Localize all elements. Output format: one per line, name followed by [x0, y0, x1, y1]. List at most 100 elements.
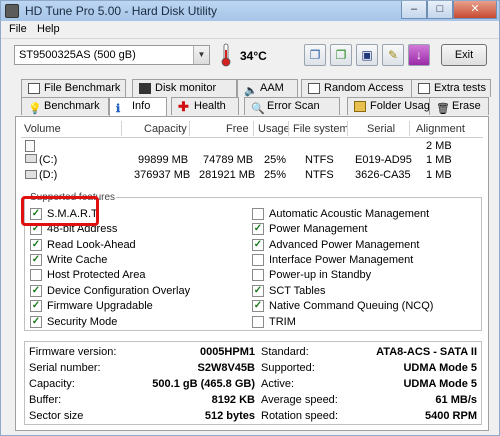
checkbox[interactable]: ✓ — [252, 239, 264, 251]
column-header: Volume — [24, 123, 61, 135]
column-header: Free — [226, 123, 249, 135]
minimize-button[interactable]: – — [401, 1, 427, 19]
info-value: 8192 KB — [211, 394, 255, 406]
feature-automatic-acoustic-management[interactable]: Automatic Acoustic Management — [252, 208, 429, 222]
save-button[interactable]: ❐ — [330, 44, 352, 66]
feature-ncq[interactable]: ✓ Native Command Queuing (NCQ) — [252, 300, 433, 314]
drive-select-value: ST9500325AS (500 gB) — [19, 49, 136, 61]
feature-trim[interactable]: TRIM — [252, 316, 296, 330]
feature-write-cache[interactable]: ✓ Write Cache — [30, 254, 107, 268]
feature-firmware-upgradable[interactable]: ✓ Firmware Upgradable — [30, 300, 153, 314]
chevron-down-icon[interactable]: ▼ — [193, 46, 209, 64]
tab-label: Info — [132, 100, 151, 112]
free-cell: 74789 MB — [203, 154, 254, 166]
checkbox[interactable]: ✓ — [252, 285, 264, 297]
random-access-icon — [308, 83, 320, 94]
tab-label: Folder Usage — [370, 100, 437, 112]
tab-file-benchmark[interactable]: File Benchmark — [21, 79, 126, 97]
checkbox[interactable] — [252, 254, 264, 266]
feature-advanced-power-management[interactable]: ✓ Advanced Power Management — [252, 239, 419, 253]
info-label: Active: — [261, 378, 295, 390]
disk-save-button[interactable]: ▣ — [356, 44, 378, 66]
close-button[interactable]: ✕ — [453, 1, 497, 19]
save-icon: ❐ — [335, 48, 347, 62]
info-value: S2W8V45B — [197, 362, 255, 374]
usage-cell: 25% — [264, 169, 287, 181]
exit-button[interactable]: Exit — [441, 44, 487, 66]
info-label: Supported: — [261, 362, 315, 374]
info-label: Rotation speed: — [261, 410, 339, 422]
checkbox[interactable]: ✓ — [30, 300, 42, 312]
info-value: 512 bytes — [204, 410, 255, 422]
tab-label: Disk monitor — [155, 82, 217, 94]
drive-icon — [25, 154, 37, 163]
column-header: Serial — [367, 123, 396, 135]
checkbox[interactable] — [252, 316, 264, 328]
copy-button[interactable]: ❐ — [304, 44, 326, 66]
checkbox[interactable]: ✓ — [30, 285, 42, 297]
checkbox[interactable] — [252, 269, 264, 281]
column-header: Capacity — [144, 123, 187, 135]
error-scan-icon: 🔍 — [251, 103, 265, 115]
column-header: File system — [293, 123, 349, 135]
info-label: Buffer: — [29, 394, 62, 406]
alignment-cell: 2 MB — [426, 140, 452, 152]
feature-power-management[interactable]: ✓ Power Management — [252, 223, 367, 237]
info-label: Sector size — [29, 410, 84, 422]
info-label: Firmware version: — [29, 346, 117, 358]
feature-device-configuration-overlay[interactable]: ✓ Device Configuration Overlay — [30, 285, 190, 299]
tab-benchmark[interactable]: 💡 Benchmark — [21, 97, 109, 115]
menu-help[interactable]: Help — [37, 23, 60, 35]
checkbox[interactable]: ✓ — [252, 300, 264, 312]
serial-cell: 3626-CA35 — [355, 169, 411, 181]
tab-aam[interactable]: 🔈 AAM — [237, 79, 298, 97]
feature-read-look-ahead[interactable]: ✓ Read Look-Ahead — [30, 239, 136, 253]
checkbox[interactable]: ✓ — [30, 316, 42, 328]
menu-file[interactable]: File — [9, 23, 27, 35]
options-button[interactable]: ✎ — [382, 44, 404, 66]
tab-error-scan[interactable]: 🔍 Error Scan — [244, 97, 340, 115]
feature-security-mode[interactable]: ✓ Security Mode — [30, 316, 117, 330]
checkbox[interactable] — [30, 269, 42, 281]
tab-disk-monitor[interactable]: Disk monitor — [132, 79, 237, 97]
feature-power-up-in-standby[interactable]: Power-up in Standby — [252, 269, 371, 283]
capacity-cell: 376937 MB — [134, 169, 191, 181]
checkbox[interactable] — [252, 208, 264, 220]
tab-random-access[interactable]: Random Access — [301, 79, 413, 97]
toolbar: ST9500325AS (500 gB) ▼ 34°C ❐ ❐ ▣ ✎ ↓ Ex… — [1, 39, 499, 73]
info-panel: Volume Capacity Free Usage File system S… — [15, 116, 489, 431]
copy-icon: ❐ — [309, 48, 321, 62]
column-header: Usage — [258, 123, 290, 135]
drive-icon — [25, 170, 37, 179]
thermometer-icon — [221, 43, 231, 67]
tab-info[interactable]: ℹ Info — [109, 97, 167, 116]
tab-erase[interactable]: 🗑 Erase — [429, 97, 489, 115]
tab-label: AAM — [260, 82, 284, 94]
options-icon: ✎ — [387, 48, 399, 62]
volume-cell: (C:) — [39, 154, 58, 166]
disk-monitor-icon — [139, 83, 151, 94]
checkbox[interactable]: ✓ — [30, 239, 42, 251]
tab-label: Erase — [452, 100, 481, 112]
volume-cell: (D:) — [39, 169, 58, 181]
app-window: HD Tune Pro 5.00 - Hard Disk Utility – □… — [0, 0, 500, 436]
volume-table-header: Volume Capacity Free Usage File system S… — [21, 120, 483, 138]
feature-host-protected-area[interactable]: Host Protected Area — [30, 269, 145, 283]
checkbox[interactable]: ✓ — [30, 254, 42, 266]
health-icon: ✚ — [178, 99, 189, 114]
alignment-cell: 1 MB — [426, 169, 452, 181]
download-button[interactable]: ↓ — [408, 44, 430, 66]
tab-health[interactable]: ✚ Health — [171, 97, 239, 115]
info-value: 5400 RPM — [425, 410, 477, 422]
menu-bar: File Help — [1, 21, 499, 39]
download-icon: ↓ — [416, 48, 422, 62]
feature-sct-tables[interactable]: ✓ SCT Tables — [252, 285, 325, 299]
maximize-button[interactable]: □ — [427, 1, 453, 19]
feature-interface-power-management[interactable]: Interface Power Management — [252, 254, 413, 268]
checkbox[interactable]: ✓ — [252, 223, 264, 235]
drive-select[interactable]: ST9500325AS (500 gB) ▼ — [14, 45, 210, 65]
info-value: ATA8-ACS - SATA II — [376, 346, 477, 358]
tab-extra-tests[interactable]: Extra tests — [411, 79, 491, 97]
info-value: 61 MB/s — [435, 394, 477, 406]
info-value: 500.1 gB (465.8 GB) — [152, 378, 255, 390]
